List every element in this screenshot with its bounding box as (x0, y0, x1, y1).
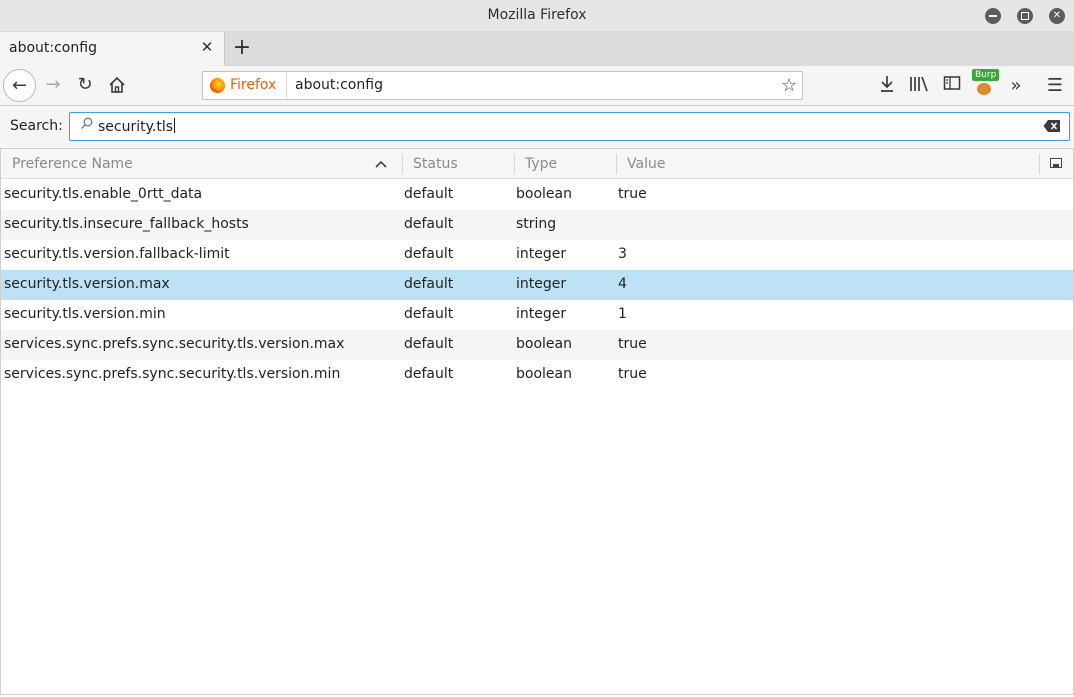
search-input[interactable]: security.tls (69, 112, 1070, 141)
url-text[interactable]: about:config (295, 77, 383, 93)
tab-about-config[interactable]: about:config ✕ (0, 32, 225, 66)
pref-status: default (404, 186, 454, 202)
home-icon[interactable] (102, 70, 132, 100)
search-value[interactable]: security.tls (98, 118, 175, 135)
pref-value: 4 (618, 276, 627, 292)
column-header-value[interactable]: Value (627, 156, 665, 172)
search-row: Search: security.tls (0, 106, 1074, 148)
clear-search-icon[interactable] (1043, 119, 1061, 133)
firefox-logo-icon (210, 78, 225, 93)
window-title: Mozilla Firefox (487, 7, 587, 23)
column-picker-icon[interactable] (1050, 158, 1062, 168)
table-row[interactable]: security.tls.version.fallback-limit defa… (1, 240, 1073, 270)
new-tab-icon[interactable]: + (232, 37, 252, 59)
reload-icon[interactable]: ↻ (70, 70, 100, 100)
minimize-icon[interactable] (985, 8, 1001, 24)
forward-icon[interactable]: → (38, 70, 68, 100)
overflow-chevron-icon[interactable]: » (1005, 75, 1027, 97)
search-icon (80, 117, 93, 134)
table-row[interactable]: security.tls.insecure_fallback_hosts def… (1, 210, 1073, 240)
identity-box[interactable]: Firefox (203, 72, 287, 99)
url-bar[interactable]: Firefox about:config ☆ (202, 71, 803, 100)
pref-status: default (404, 366, 454, 382)
tab-label: about:config (9, 40, 97, 56)
column-separator[interactable] (514, 154, 515, 174)
navigation-toolbar: ← → ↻ Firefox about:config ☆ Burp » ☰ (0, 66, 1074, 106)
pref-status: default (404, 306, 454, 322)
bookmark-star-icon[interactable]: ☆ (781, 75, 797, 96)
column-header-type[interactable]: Type (525, 156, 557, 172)
pref-value: true (618, 186, 647, 202)
title-bar: Mozilla Firefox ✕ (0, 0, 1074, 32)
pref-name: security.tls.version.max (4, 276, 170, 292)
pref-type: boolean (516, 186, 572, 202)
library-icon[interactable] (908, 75, 930, 97)
pref-type: string (516, 216, 557, 232)
pref-status: default (404, 276, 454, 292)
pref-type: integer (516, 276, 567, 292)
pref-status: default (404, 336, 454, 352)
pref-name: services.sync.prefs.sync.security.tls.ve… (4, 366, 341, 382)
pref-name: services.sync.prefs.sync.security.tls.ve… (4, 336, 345, 352)
column-separator[interactable] (402, 154, 403, 174)
hamburger-menu-icon[interactable]: ☰ (1044, 75, 1066, 97)
pref-type: integer (516, 246, 567, 262)
table-row[interactable]: security.tls.enable_0rtt_data default bo… (1, 180, 1073, 210)
back-icon[interactable]: ← (3, 69, 36, 102)
pref-value: true (618, 336, 647, 352)
burp-logo-icon (977, 83, 991, 95)
pref-status: default (404, 216, 454, 232)
pref-name: security.tls.version.fallback-limit (4, 246, 230, 262)
pref-value: true (618, 366, 647, 382)
table-row[interactable]: security.tls.version.min default integer… (1, 300, 1073, 330)
pref-type: integer (516, 306, 567, 322)
pref-name: security.tls.enable_0rtt_data (4, 186, 203, 202)
column-separator[interactable] (1039, 154, 1040, 174)
maximize-icon[interactable] (1017, 8, 1033, 24)
table-header: Preference Name Status Type Value (1, 149, 1073, 179)
pref-type: boolean (516, 336, 572, 352)
column-separator[interactable] (616, 154, 617, 174)
pref-value: 1 (618, 306, 627, 322)
pref-name: security.tls.insecure_fallback_hosts (4, 216, 249, 232)
sidebar-icon[interactable] (941, 75, 963, 97)
close-window-icon[interactable]: ✕ (1049, 8, 1065, 24)
sort-ascending-icon (375, 157, 387, 171)
pref-type: boolean (516, 366, 572, 382)
column-header-name[interactable]: Preference Name (12, 156, 133, 172)
column-header-status[interactable]: Status (413, 156, 458, 172)
tab-close-icon[interactable]: ✕ (200, 40, 214, 55)
identity-label: Firefox (230, 77, 277, 93)
table-row[interactable]: services.sync.prefs.sync.security.tls.ve… (1, 360, 1073, 390)
search-label: Search: (10, 118, 63, 134)
table-row-selected[interactable]: security.tls.version.max default integer… (1, 270, 1073, 300)
pref-value: 3 (618, 246, 627, 262)
pref-name: security.tls.version.min (4, 306, 166, 322)
pref-status: default (404, 246, 454, 262)
tab-strip: about:config ✕ + (0, 32, 1074, 66)
preferences-table[interactable]: Preference Name Status Type Value securi… (0, 148, 1074, 695)
burp-badge: Burp (972, 69, 1000, 81)
burp-extension-icon[interactable]: Burp (972, 69, 1000, 97)
table-row[interactable]: services.sync.prefs.sync.security.tls.ve… (1, 330, 1073, 360)
download-icon[interactable] (876, 75, 898, 97)
